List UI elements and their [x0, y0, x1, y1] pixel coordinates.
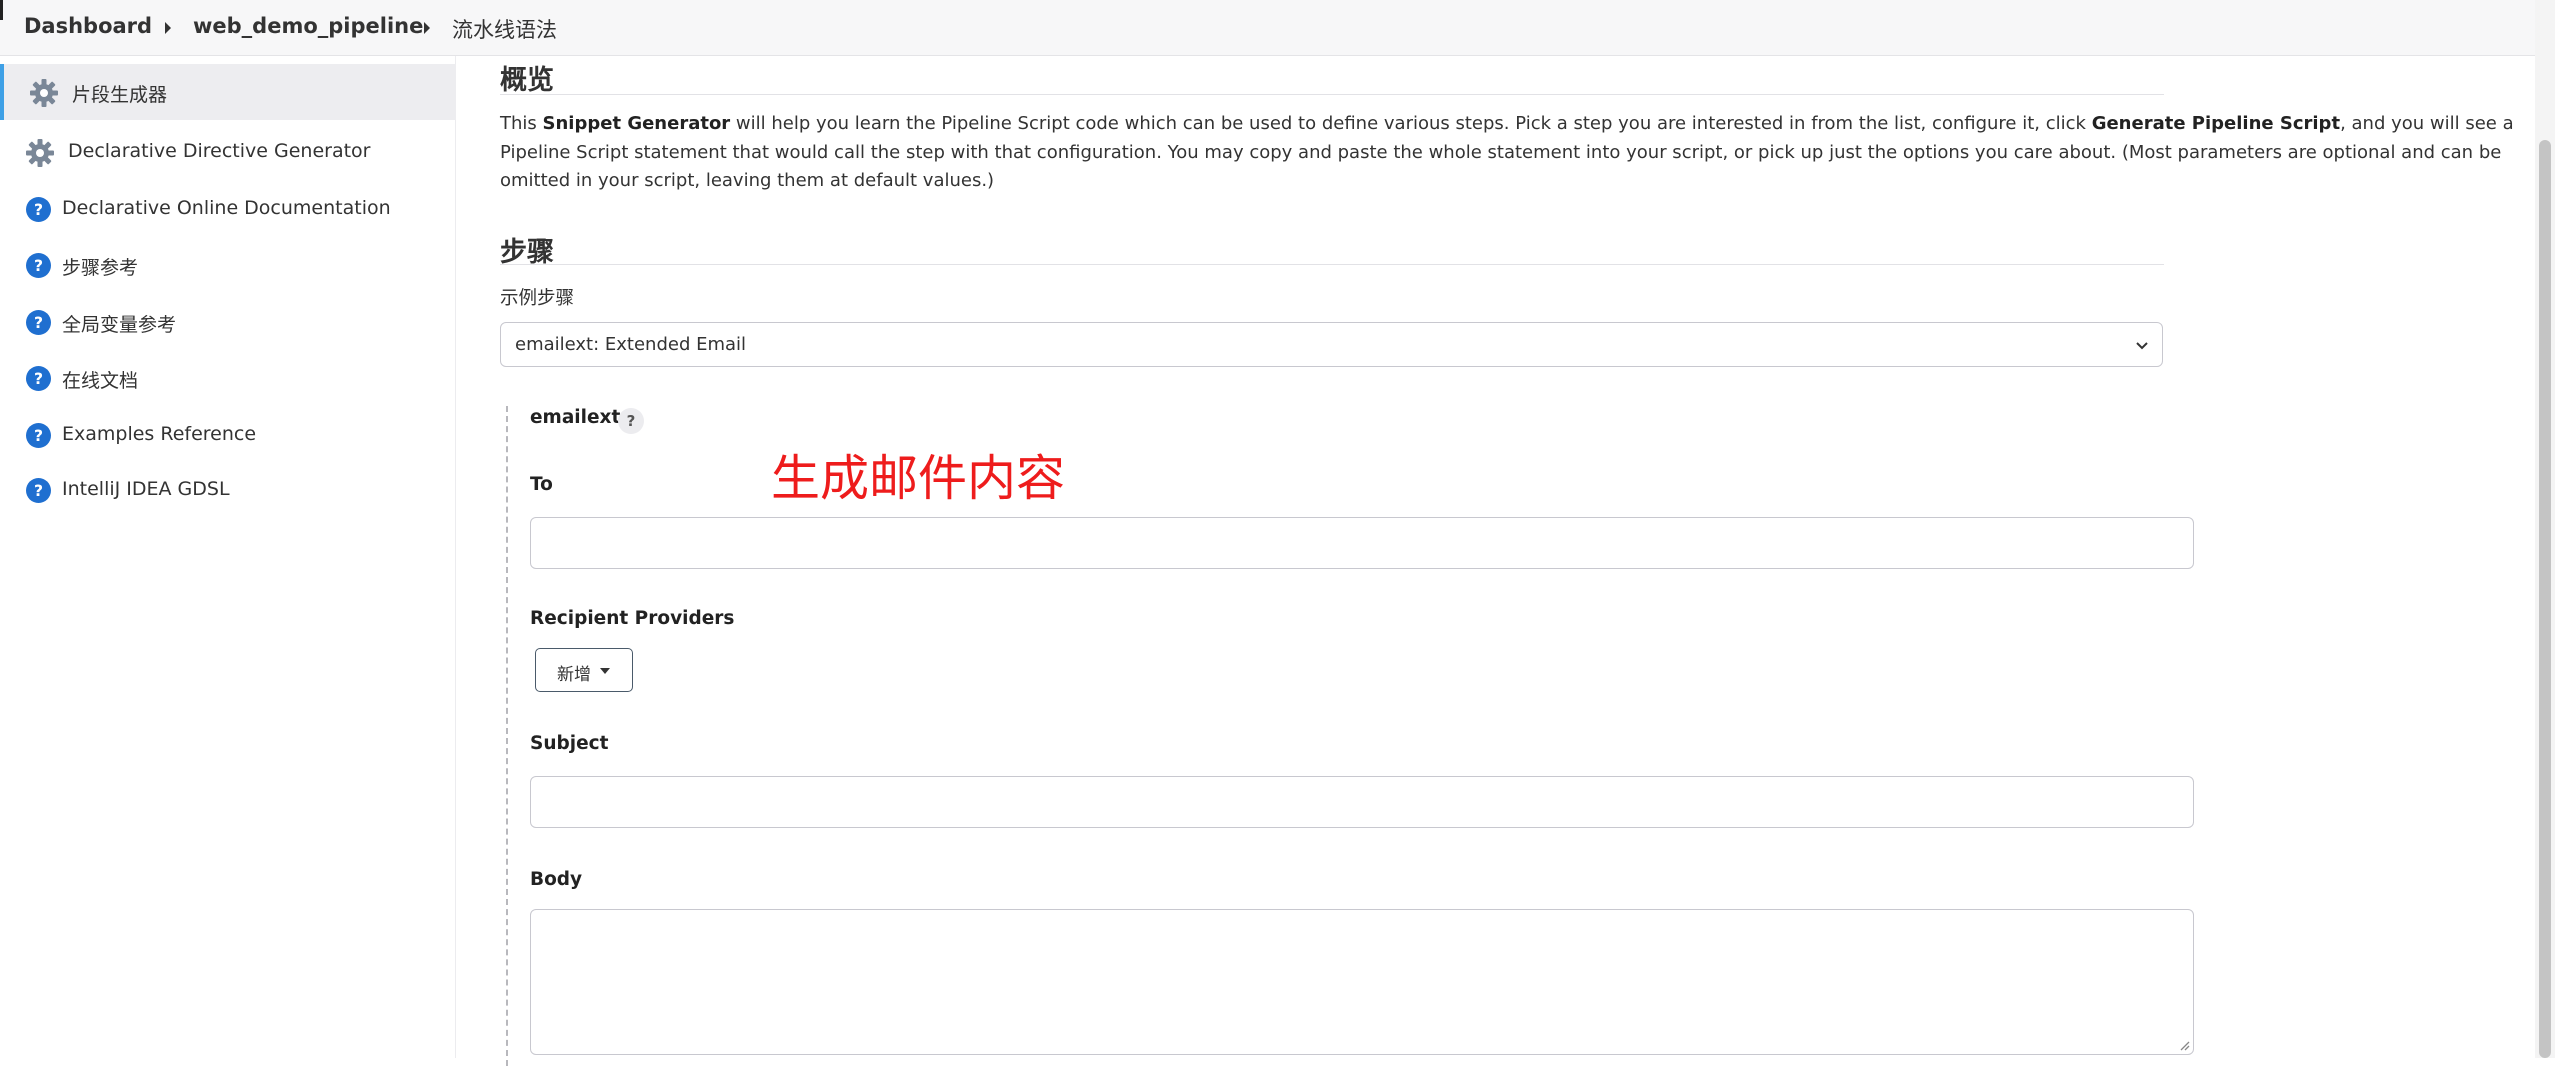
vertical-scrollbar[interactable] — [2535, 0, 2555, 1058]
resize-grip-icon[interactable] — [2178, 1039, 2190, 1051]
overview-description: This Snippet Generator will help you lea… — [500, 110, 2530, 196]
sidebar-item-directive-generator[interactable]: Declarative Directive Generator — [0, 124, 456, 180]
sidebar-item-label: Examples Reference — [62, 423, 257, 445]
step-name: emailext — [530, 407, 621, 428]
svg-text:?: ? — [34, 314, 43, 332]
breadcrumb-separator-icon — [165, 22, 171, 34]
sidebar-item-intellij-gdsl[interactable]: ? IntelliJ IDEA GDSL — [0, 462, 456, 518]
sidebar: 片段生成器 Declarative Directive Generator ? … — [0, 56, 456, 1058]
svg-text:?: ? — [34, 482, 43, 500]
divider — [500, 94, 2164, 95]
svg-text:?: ? — [34, 257, 43, 275]
main-content: 概览 This Snippet Generator will help you … — [456, 56, 2536, 1066]
help-circle-icon: ? — [26, 478, 51, 503]
subject-label: Subject — [530, 733, 609, 754]
body-textarea[interactable] — [530, 909, 2194, 1055]
help-button[interactable]: ? — [618, 408, 644, 434]
sidebar-item-label: 步骤参考 — [62, 257, 139, 279]
breadcrumb-current: 流水线语法 — [452, 18, 557, 42]
help-circle-icon: ? — [26, 310, 51, 335]
overview-text: This — [500, 113, 543, 134]
caret-down-icon — [600, 668, 610, 674]
help-circle-icon: ? — [26, 197, 51, 222]
overview-bold-generate-script: Generate Pipeline Script — [2091, 113, 2341, 134]
chevron-down-icon — [2136, 342, 2148, 350]
window-edge — [0, 0, 3, 20]
to-label: To — [530, 474, 553, 495]
sidebar-item-label: 在线文档 — [62, 370, 139, 392]
svg-text:?: ? — [34, 427, 43, 445]
sidebar-item-online-docs[interactable]: ? 在线文档 — [0, 350, 456, 406]
help-circle-icon: ? — [26, 366, 51, 391]
add-recipient-provider-button[interactable]: 新增 — [535, 648, 633, 692]
sidebar-item-examples-reference[interactable]: ? Examples Reference — [0, 407, 456, 463]
red-annotation: 生成邮件内容 — [771, 450, 1066, 507]
to-input[interactable] — [530, 517, 2194, 569]
breadcrumb-bar: Dashboard web_demo_pipeline 流水线语法 — [0, 0, 2555, 56]
sidebar-item-global-variables[interactable]: ? 全局变量参考 — [0, 294, 456, 350]
svg-text:?: ? — [34, 370, 43, 388]
breadcrumb-pipeline[interactable]: web_demo_pipeline — [193, 14, 423, 38]
sidebar-item-online-documentation[interactable]: ? Declarative Online Documentation — [0, 181, 456, 237]
sample-step-select[interactable]: emailext: Extended Email — [500, 322, 2163, 367]
help-circle-icon: ? — [26, 423, 51, 448]
breadcrumb-separator-icon — [424, 22, 430, 34]
svg-text:?: ? — [34, 201, 43, 219]
sidebar-item-label: Declarative Directive Generator — [68, 140, 371, 162]
sidebar-item-label: 全局变量参考 — [62, 314, 177, 336]
sidebar-item-label: Declarative Online Documentation — [62, 197, 391, 219]
gear-icon — [30, 79, 58, 107]
divider — [500, 264, 2164, 265]
overview-text: will help you learn the Pipeline Script … — [730, 113, 2092, 134]
overview-bold-snippet-generator: Snippet Generator — [542, 113, 731, 134]
subject-input[interactable] — [530, 776, 2194, 828]
breadcrumb-dashboard[interactable]: Dashboard — [24, 14, 152, 38]
sample-step-value: emailext: Extended Email — [515, 334, 747, 355]
recipient-providers-label: Recipient Providers — [530, 608, 735, 629]
body-label: Body — [530, 869, 583, 890]
help-circle-icon: ? — [26, 253, 51, 278]
overview-title: 概览 — [500, 65, 554, 96]
sample-step-label: 示例步骤 — [500, 288, 575, 309]
sidebar-item-snippet-generator[interactable]: 片段生成器 — [0, 64, 456, 120]
sidebar-item-steps-reference[interactable]: ? 步骤参考 — [0, 237, 456, 293]
gear-icon — [26, 139, 54, 167]
add-button-label: 新增 — [557, 665, 591, 685]
step-config-guide-line — [506, 406, 508, 1066]
scrollbar-thumb[interactable] — [2539, 140, 2551, 1058]
sidebar-item-label: 片段生成器 — [72, 84, 168, 106]
sidebar-item-label: IntelliJ IDEA GDSL — [62, 478, 230, 500]
